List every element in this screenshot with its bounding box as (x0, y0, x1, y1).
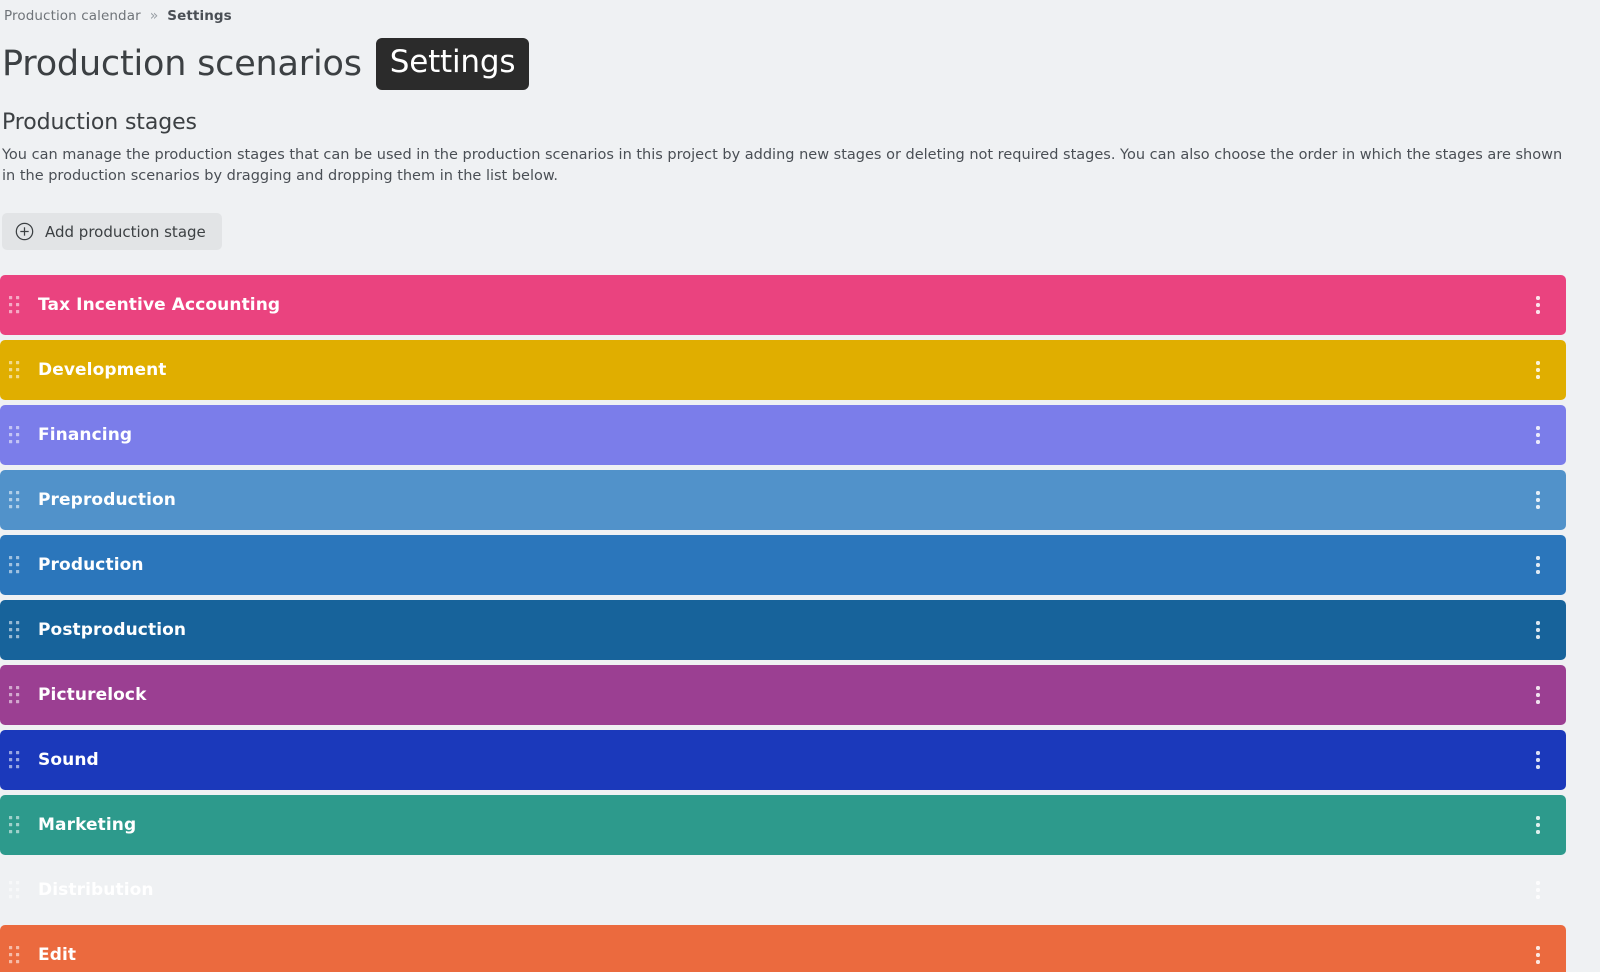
drag-handle-icon[interactable] (8, 554, 22, 576)
stage-label: Postproduction (38, 620, 187, 640)
tab-settings[interactable]: Settings (375, 38, 530, 90)
stage-row[interactable]: Tax Incentive Accounting (0, 275, 1566, 335)
stage-row[interactable]: Preproduction (0, 470, 1566, 530)
more-vertical-icon[interactable] (1529, 683, 1547, 707)
stage-row[interactable]: Edit (0, 925, 1566, 972)
more-vertical-icon[interactable] (1529, 878, 1547, 902)
settings-page: Production calendar » Settings Productio… (0, 0, 1600, 972)
drag-handle-icon[interactable] (8, 879, 22, 901)
stage-label: Distribution (38, 880, 154, 900)
breadcrumb-item-settings: Settings (167, 8, 232, 24)
stage-row[interactable]: Development (0, 340, 1566, 400)
stage-row[interactable]: Financing (0, 405, 1566, 465)
more-vertical-icon[interactable] (1529, 488, 1547, 512)
stage-label: Edit (38, 945, 77, 965)
page-title: Production scenarios (2, 44, 362, 84)
drag-handle-icon[interactable] (8, 424, 22, 446)
stage-label: Marketing (38, 815, 137, 835)
drag-handle-icon[interactable] (8, 489, 22, 511)
drag-handle-icon[interactable] (8, 294, 22, 316)
drag-handle-icon[interactable] (8, 749, 22, 771)
stage-row[interactable]: Picturelock (0, 665, 1566, 725)
drag-handle-icon[interactable] (8, 359, 22, 381)
breadcrumb-item-production-calendar[interactable]: Production calendar (4, 8, 141, 24)
stage-row[interactable]: Sound (0, 730, 1566, 790)
more-vertical-icon[interactable] (1529, 358, 1547, 382)
stage-label: Development (38, 360, 167, 380)
stage-row[interactable]: Production (0, 535, 1566, 595)
drag-handle-icon[interactable] (8, 814, 22, 836)
stage-label: Picturelock (38, 685, 147, 705)
stage-row[interactable]: Marketing (0, 795, 1566, 855)
stage-label: Production (38, 555, 144, 575)
section-title: Production stages (2, 110, 197, 135)
drag-handle-icon[interactable] (8, 619, 22, 641)
drag-handle-icon[interactable] (8, 684, 22, 706)
stage-row[interactable]: Distribution (0, 860, 1566, 920)
breadcrumb-separator-icon: » (149, 8, 159, 24)
stage-row[interactable]: Postproduction (0, 600, 1566, 660)
breadcrumb: Production calendar » Settings (0, 0, 1600, 26)
more-vertical-icon[interactable] (1529, 748, 1547, 772)
more-vertical-icon[interactable] (1529, 618, 1547, 642)
more-vertical-icon[interactable] (1529, 813, 1547, 837)
page-header: Production scenarios Settings (0, 26, 1600, 90)
drag-handle-icon[interactable] (8, 944, 22, 966)
add-production-stage-button[interactable]: Add production stage (2, 213, 222, 250)
more-vertical-icon[interactable] (1529, 423, 1547, 447)
more-vertical-icon[interactable] (1529, 293, 1547, 317)
add-production-stage-label: Add production stage (45, 222, 206, 241)
stage-label: Sound (38, 750, 99, 770)
stage-label: Financing (38, 425, 133, 445)
more-vertical-icon[interactable] (1529, 553, 1547, 577)
production-stage-list: Tax Incentive Accounting Development Finan… (0, 275, 1600, 972)
stage-label: Preproduction (38, 490, 176, 510)
plus-circle-icon (15, 222, 34, 241)
stage-label: Tax Incentive Accounting (38, 295, 281, 315)
section-description: You can manage the production stages tha… (2, 147, 1563, 184)
more-vertical-icon[interactable] (1529, 943, 1547, 967)
